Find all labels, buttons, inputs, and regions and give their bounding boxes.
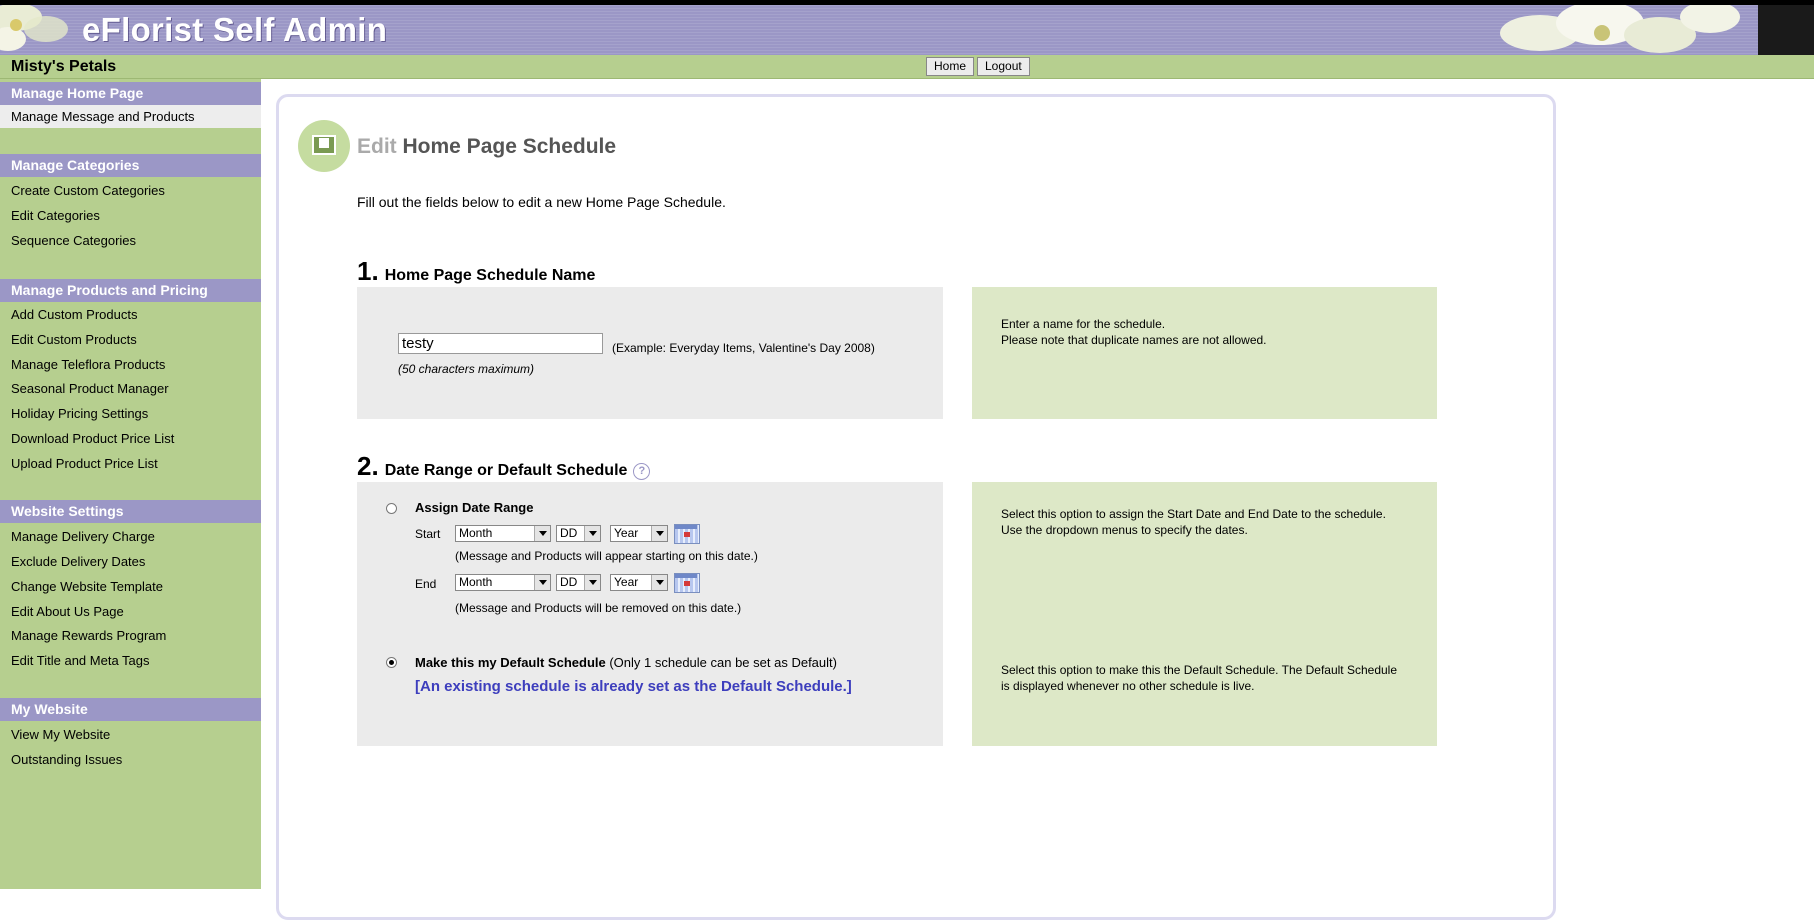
start-calendar-icon[interactable] [674, 524, 700, 544]
sidebar-item-exclude-delivery-dates[interactable]: Exclude Delivery Dates [11, 554, 145, 569]
chevron-down-icon [651, 575, 667, 590]
sidebar: Manage Home Page Manage Message and Prod… [0, 79, 261, 889]
step2-help-default: Select this option to make this the Defa… [1001, 663, 1398, 693]
sidebar-item-holiday-pricing-settings[interactable]: Holiday Pricing Settings [11, 406, 148, 421]
sidebar-section-my-website[interactable]: My Website [0, 698, 261, 721]
flower-icon [0, 5, 68, 51]
step1-limit: (50 characters maximum) [398, 362, 535, 376]
end-month-value: Month [459, 575, 493, 589]
header-banner: eFlorist Self Admin [0, 5, 1814, 55]
sidebar-item-change-website-template[interactable]: Change Website Template [11, 579, 163, 594]
step1-number: 1. [357, 256, 379, 286]
default-schedule-label: Make this my Default Schedule [415, 655, 606, 670]
step1-example: (Example: Everyday Items, Valentine's Da… [612, 341, 875, 355]
shop-name: Misty's Petals [11, 58, 117, 75]
logout-button[interactable]: Logout [977, 57, 1030, 76]
intro-text: Fill out the fields below to edit a new … [357, 194, 726, 210]
house-icon [319, 138, 329, 148]
sidebar-item-sequence-categories[interactable]: Sequence Categories [11, 233, 136, 248]
start-year-value: Year [614, 526, 639, 540]
step2-number: 2. [357, 451, 379, 481]
banner-dark-corner [1758, 5, 1814, 55]
sidebar-item-add-custom-products[interactable]: Add Custom Products [11, 307, 137, 322]
end-day-select[interactable]: DD [556, 574, 601, 591]
schedule-name-input[interactable]: testy [398, 333, 603, 354]
end-year-select[interactable]: Year [610, 574, 668, 591]
sidebar-item-create-custom-categories[interactable]: Create Custom Categories [11, 183, 165, 198]
assign-date-range-label: Assign Date Range [415, 500, 534, 515]
chevron-down-icon [584, 575, 600, 590]
sidebar-item-manage-message-and-products[interactable]: Manage Message and Products [0, 105, 261, 128]
step1-help-line1: Enter a name for the schedule. [1001, 317, 1166, 331]
start-note: (Message and Products will appear starti… [455, 549, 758, 563]
step1-help-box: Enter a name for the schedule. Please no… [972, 287, 1437, 419]
sidebar-section-manage-home-page[interactable]: Manage Home Page [0, 82, 261, 105]
home-button[interactable]: Home [926, 57, 975, 76]
app-title: eFlorist Self Admin [82, 11, 388, 48]
sidebar-item-manage-delivery-charge[interactable]: Manage Delivery Charge [11, 529, 155, 544]
sidebar-item-view-my-website[interactable]: View My Website [11, 727, 110, 742]
start-month-value: Month [459, 526, 493, 540]
end-label: End [415, 577, 437, 591]
sidebar-item-manage-rewards-program[interactable]: Manage Rewards Program [11, 628, 166, 643]
start-day-select[interactable]: DD [556, 525, 601, 542]
home-page-icon [298, 120, 350, 172]
page-title-rest: Home Page Schedule [396, 135, 617, 158]
step1-heading: 1. Home Page Schedule Name [357, 256, 595, 287]
sidebar-section-manage-categories[interactable]: Manage Categories [0, 154, 261, 177]
help-icon[interactable]: ? [633, 463, 651, 480]
default-schedule-note: (Only 1 schedule can be set as Default) [605, 655, 837, 670]
default-schedule-label-row: Make this my Default Schedule (Only 1 sc… [415, 655, 837, 670]
sidebar-item-download-product-price-list[interactable]: Download Product Price List [11, 431, 174, 446]
end-calendar-icon[interactable] [674, 573, 700, 593]
step1-title: Home Page Schedule Name [384, 267, 596, 284]
chevron-down-icon [534, 575, 550, 590]
start-year-select[interactable]: Year [610, 525, 668, 542]
step2-help-box: Select this option to assign the Start D… [972, 482, 1437, 746]
step2-heading: 2. Date Range or Default Schedule? [357, 451, 651, 482]
sidebar-section-manage-products-and-pricing[interactable]: Manage Products and Pricing [0, 279, 261, 302]
sidebar-item-edit-about-us-page[interactable]: Edit About Us Page [11, 604, 124, 619]
end-year-value: Year [614, 575, 639, 589]
sidebar-item-upload-product-price-list[interactable]: Upload Product Price List [11, 456, 158, 471]
assign-date-range-radio[interactable] [386, 503, 397, 514]
sidebar-item-edit-custom-products[interactable]: Edit Custom Products [11, 332, 137, 347]
start-month-select[interactable]: Month [455, 525, 551, 542]
end-note: (Message and Products will be removed on… [455, 601, 742, 615]
chevron-down-icon [534, 526, 550, 541]
start-label: Start [415, 527, 441, 541]
sidebar-section-website-settings[interactable]: Website Settings [0, 500, 261, 523]
step2-title: Date Range or Default Schedule [384, 462, 628, 479]
sidebar-item-edit-categories[interactable]: Edit Categories [11, 208, 100, 223]
start-day-value: DD [560, 526, 578, 540]
step2-help-assign: Select this option to assign the Start D… [1001, 507, 1386, 537]
chevron-down-icon [651, 526, 667, 541]
chevron-down-icon [584, 526, 600, 541]
sidebar-item-outstanding-issues[interactable]: Outstanding Issues [11, 752, 122, 767]
shop-bar: Misty's Petals Home Logout [0, 55, 1814, 79]
default-warning: [An existing schedule is already set as … [415, 678, 852, 695]
end-day-value: DD [560, 575, 578, 589]
sidebar-item-edit-title-and-meta-tags[interactable]: Edit Title and Meta Tags [11, 653, 150, 668]
sidebar-item-manage-teleflora-products[interactable]: Manage Teleflora Products [11, 357, 165, 372]
default-schedule-radio[interactable] [386, 657, 397, 668]
flower-icon [1500, 5, 1740, 53]
page-title: Edit Home Page Schedule [357, 135, 616, 159]
page-title-prefix: Edit [357, 135, 397, 158]
sidebar-item-seasonal-product-manager[interactable]: Seasonal Product Manager [11, 381, 169, 396]
step1-help-line2: Please note that duplicate names are not… [1001, 333, 1267, 347]
end-month-select[interactable]: Month [455, 574, 551, 591]
